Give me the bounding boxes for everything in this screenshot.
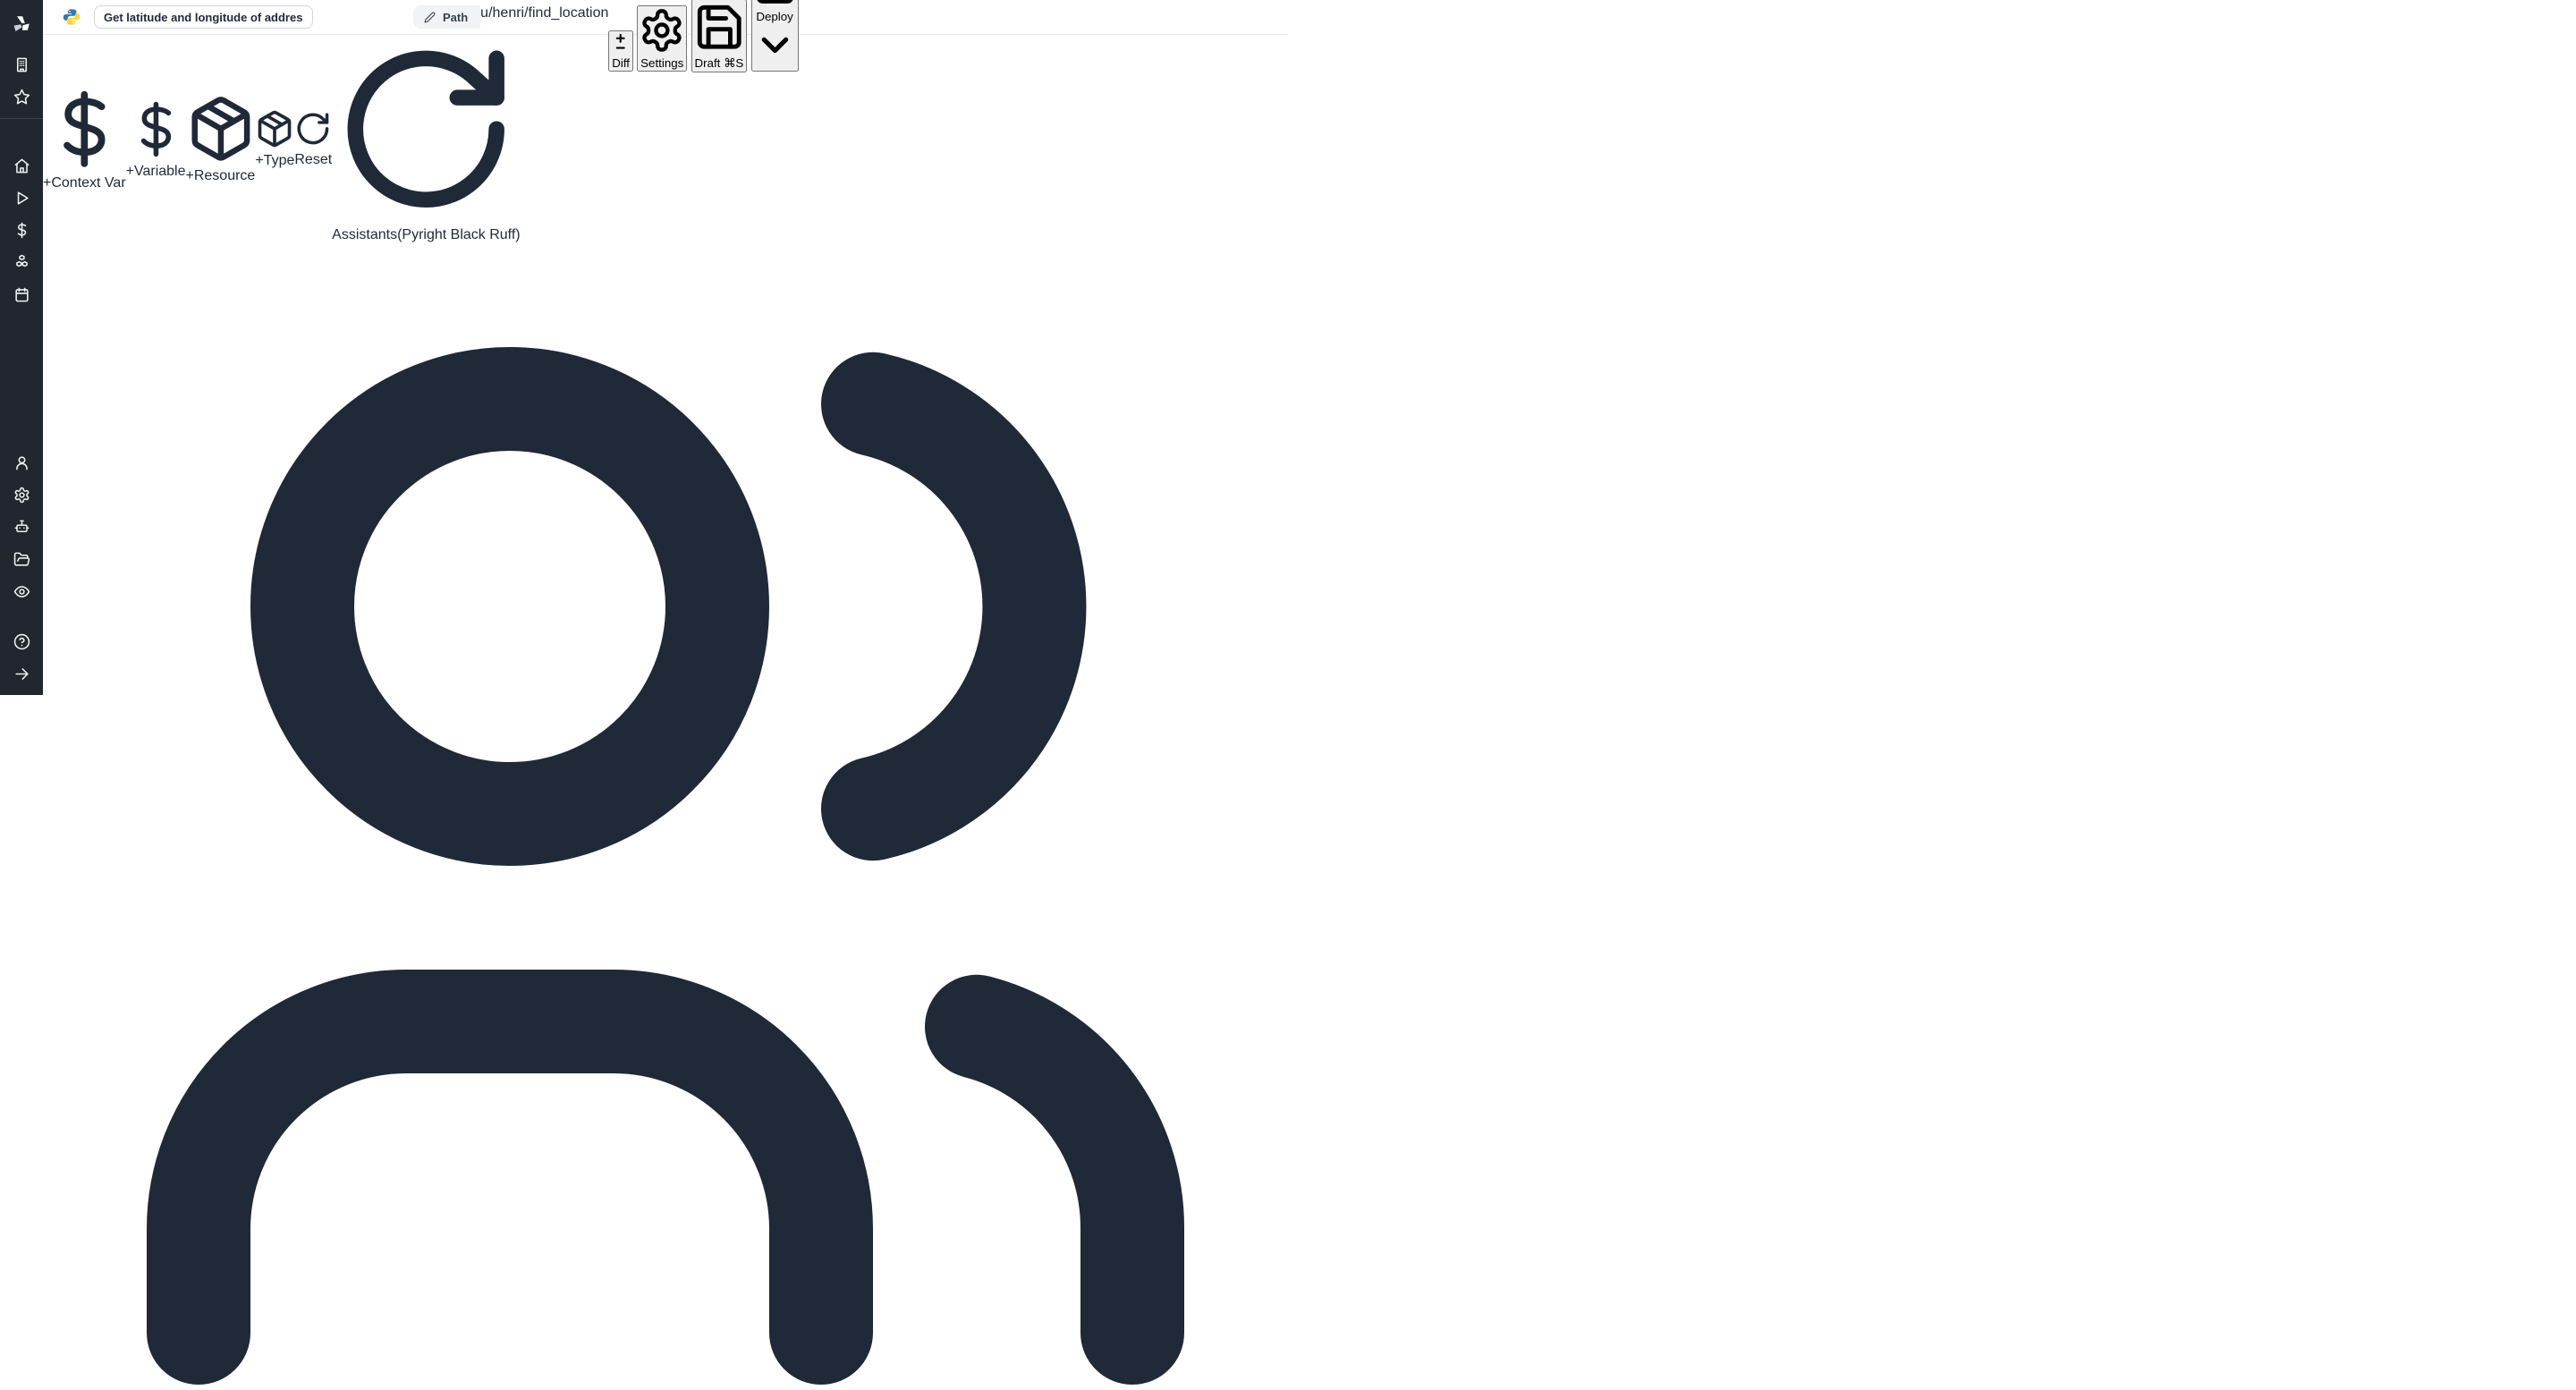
gear-icon [14,487,29,503]
sidebar-group-top [0,48,43,113]
toolbar-item-label: +Type [255,153,295,169]
package-icon [191,97,250,161]
toolbar-item--context-var[interactable]: +Context Var [43,88,126,191]
folder-open-icon [13,552,30,566]
toolbar-left-items: +Context Var +Variable +Resource +Type Reset… [43,35,1288,243]
package-icon [258,111,292,148]
left-sidebar [0,0,43,695]
sidebar-divider [0,118,43,119]
star-icon [13,89,30,104]
sidebar-item-boxes[interactable] [0,246,43,278]
top-bar: Path u/henri/find_location Diff Settings [43,0,1288,72]
boxes-icon [15,254,28,267]
sidebar-group-main [0,149,43,310]
arrow-right-icon [14,667,29,680]
sidebar-group-bottom [0,625,43,690]
sidebar-item-calendar[interactable] [0,278,43,310]
sidebar-item-bot[interactable] [0,511,43,543]
sidebar-item-home[interactable] [0,149,43,182]
assistants-hint: (Pyright Black Ruff) [397,227,521,243]
dollar-icon [140,101,171,157]
toolbar-item-label: +Context Var [43,174,126,191]
deploy-label: Deploy [756,10,793,23]
building-icon [16,57,27,72]
toolbar-item-label: Reset [294,152,333,168]
sidebar-item-folder-open[interactable] [0,543,43,575]
save-icon [757,0,792,4]
path-edit-section[interactable]: Path [413,5,481,29]
refresh-icon [297,113,329,145]
script-title-input[interactable] [94,5,313,29]
toolbar-item-assistants[interactable]: Assistants(Pyright Black Ruff) [332,35,521,243]
path-control[interactable]: Path u/henri/find_location [413,5,608,29]
toolbar-item--variable[interactable]: +Variable [126,99,186,180]
sidebar-item-arrow-right[interactable] [0,657,43,690]
toolbar-item-label: +Variable [125,163,186,179]
pencil-icon [424,12,436,22]
windmill-logo[interactable] [0,0,43,48]
python-language-icon [63,9,80,25]
sidebar-item-building[interactable] [0,48,43,81]
path-value: u/henri/find_location [480,5,609,21]
sidebar-group-admin [0,446,43,607]
bot-icon [14,520,29,532]
eye-icon [13,585,30,598]
toolbar-item-label: Assistants [332,227,398,243]
calendar-icon [14,287,29,301]
path-label: Path [443,10,469,24]
toolbar-item--resource[interactable]: +Resource [185,94,256,184]
toolbar-item--type[interactable]: +Type [255,109,294,169]
editor-toolbar: +Context Var +Variable +Resource +Type Reset… [43,35,1288,1390]
sidebar-item-eye[interactable] [0,575,43,607]
toolbar-item-reset[interactable]: Reset [294,110,332,168]
sidebar-item-gear[interactable] [0,479,43,511]
user-icon [15,455,28,470]
home-icon [14,158,29,173]
sidebar-item-help-circle[interactable] [0,625,43,657]
windmill-logo-icon [13,16,30,31]
dollar-icon [17,222,26,238]
dollar-icon [64,90,106,167]
sidebar-item-dollar[interactable] [0,214,43,246]
toolbar-item-label: +Resource [185,168,256,184]
help-circle-icon [13,633,30,649]
app-window: Path u/henri/find_location Diff Settings [0,0,1288,1386]
sidebar-item-user[interactable] [0,446,43,479]
sidebar-item-star[interactable] [0,81,43,113]
refresh-icon [347,50,505,208]
sidebar-item-play[interactable] [0,182,43,214]
play-icon [17,191,29,205]
